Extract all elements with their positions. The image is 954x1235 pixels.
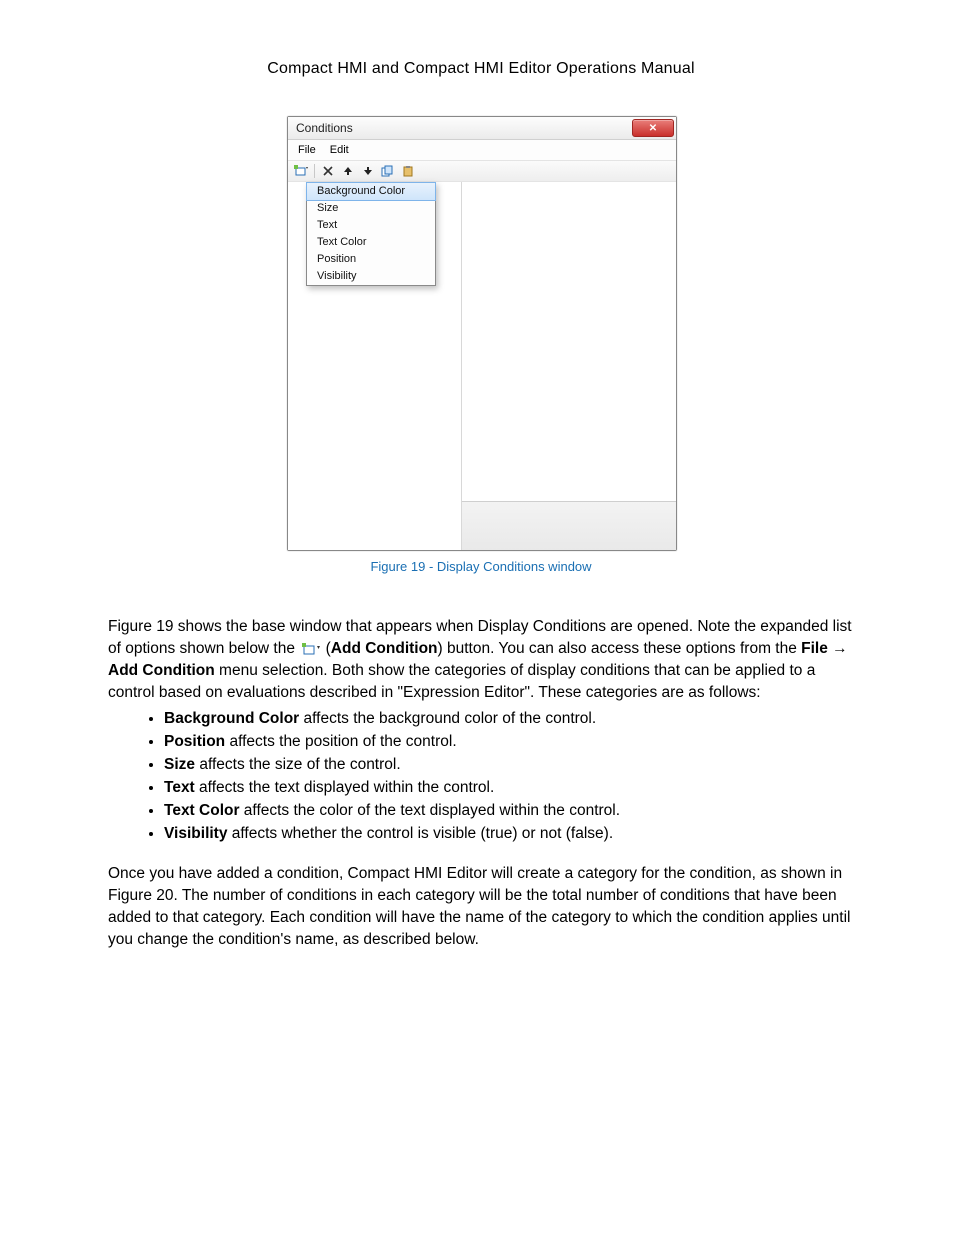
add-condition-label: Add Condition — [331, 640, 438, 657]
paste-button[interactable] — [399, 163, 417, 179]
move-down-button[interactable] — [359, 163, 377, 179]
menu-bar: File Edit — [288, 140, 676, 160]
right-pane — [462, 182, 676, 550]
term: Text — [164, 779, 195, 796]
conditions-window: Conditions ✕ File Edit — [287, 116, 677, 551]
menu-edit[interactable]: Edit — [330, 144, 349, 156]
file-bold: File — [801, 640, 828, 657]
close-icon: ✕ — [649, 123, 657, 134]
window-titlebar: Conditions ✕ — [288, 117, 676, 140]
desc: affects the text displayed within the co… — [195, 779, 495, 796]
add-condition-icon — [299, 641, 321, 655]
term: Text Color — [164, 802, 240, 819]
add-condition-dropdown: Background Color Size Text Text Color Po… — [306, 182, 436, 286]
term: Visibility — [164, 825, 227, 842]
add-condition-button[interactable] — [292, 163, 310, 179]
dropdown-item-size[interactable]: Size — [307, 200, 435, 217]
para1c: menu selection. Both show the categories… — [108, 662, 815, 701]
add-condition-menu-bold: Add Condition — [108, 662, 215, 679]
list-item: Text affects the text displayed within t… — [164, 777, 854, 799]
dropdown-item-visibility[interactable]: Visibility — [307, 268, 435, 285]
list-item: Position affects the position of the con… — [164, 731, 854, 753]
desc: affects the color of the text displayed … — [240, 802, 621, 819]
dropdown-item-position[interactable]: Position — [307, 251, 435, 268]
list-item: Visibility affects whether the control i… — [164, 823, 854, 845]
dropdown-item-text-color[interactable]: Text Color — [307, 234, 435, 251]
toolbar — [288, 160, 676, 182]
desc: affects the background color of the cont… — [299, 710, 596, 727]
desc: affects the size of the control. — [195, 756, 401, 773]
document-title: Compact HMI and Compact HMI Editor Opera… — [108, 60, 854, 78]
term: Size — [164, 756, 195, 773]
window-title: Conditions — [296, 121, 632, 135]
para2: Once you have added a condition, Compact… — [108, 863, 854, 951]
toolbar-separator — [314, 164, 315, 178]
list-item: Size affects the size of the control. — [164, 754, 854, 776]
close-button[interactable]: ✕ — [632, 119, 674, 137]
term: Background Color — [164, 710, 299, 727]
copy-button[interactable] — [379, 163, 397, 179]
arrow: → — [828, 640, 848, 657]
dropdown-item-text[interactable]: Text — [307, 217, 435, 234]
left-pane: Background Color Size Text Text Color Po… — [288, 182, 462, 550]
body-text: Figure 19 shows the base window that app… — [108, 616, 854, 951]
term: Position — [164, 733, 225, 750]
list-item: Background Color affects the background … — [164, 708, 854, 730]
list-item: Text Color affects the color of the text… — [164, 800, 854, 822]
move-up-button[interactable] — [339, 163, 357, 179]
delete-button[interactable] — [319, 163, 337, 179]
menu-file[interactable]: File — [298, 144, 316, 156]
desc: affects whether the control is visible (… — [227, 825, 613, 842]
figure-caption: Figure 19 - Display Conditions window — [287, 559, 675, 574]
desc: affects the position of the control. — [225, 733, 457, 750]
right-pane-top — [462, 182, 676, 501]
right-pane-bottom — [462, 501, 676, 550]
para1b: ) button. You can also access these opti… — [438, 640, 802, 657]
dropdown-item-background-color[interactable]: Background Color — [306, 182, 436, 201]
category-list: Background Color affects the background … — [108, 708, 854, 845]
